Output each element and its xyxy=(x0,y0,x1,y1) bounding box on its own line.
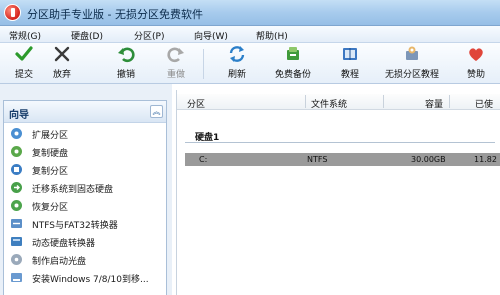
redo-label: 重做 xyxy=(166,70,185,80)
wizard-item-copy-disk[interactable]: 复制硬盘 xyxy=(10,144,164,161)
wizard-item-label: 复制硬盘 xyxy=(32,149,69,159)
lossless-tutorial-button[interactable]: 无损分区教程 xyxy=(383,45,441,83)
free-backup-label: 免费备份 xyxy=(274,70,311,80)
submit-button[interactable]: 提交 xyxy=(10,45,38,83)
lossless-tutorial-icon xyxy=(406,46,418,60)
redo-arrow-icon xyxy=(167,47,184,63)
copy-disk-icon xyxy=(11,146,22,157)
wizard-title: 向导 xyxy=(9,110,29,121)
menu-disk[interactable]: 硬盘(D) xyxy=(71,29,103,42)
double-chevron-up-icon[interactable]: ︽ xyxy=(150,105,163,118)
partition-list-panel: 分区 文件系统 容量 已使 硬盘1 C: NTFS 30.00GB 11.82 xyxy=(176,90,500,295)
boot-disc-icon xyxy=(11,254,22,265)
checkmark-icon xyxy=(15,46,33,61)
wizard-header: 向导 ︽ xyxy=(4,101,166,123)
wizard-item-ntfs-fat32[interactable]: NTFS与FAT32转换器 xyxy=(10,216,164,233)
cell-partition: C: xyxy=(199,155,208,164)
cell-capacity: 30.00GB xyxy=(411,155,446,164)
undo-button[interactable]: 撤销 xyxy=(112,45,140,83)
migrate-ssd-icon xyxy=(11,182,22,193)
backup-icon xyxy=(287,47,299,60)
wizard-item-dynamic-disk[interactable]: 动态硬盘转换器 xyxy=(10,234,164,251)
convert-icon xyxy=(11,219,22,228)
left-panel: 向导 ︽ 扩展分区 复制硬盘 复制分区 迁移系统到固态硬盘 恢复分区 NTFS与… xyxy=(0,84,172,295)
install-windows-icon xyxy=(11,273,22,282)
redo-button[interactable]: 重做 xyxy=(162,45,190,83)
wizard-item-label: NTFS与FAT32转换器 xyxy=(32,221,118,231)
dynamic-disk-icon xyxy=(11,237,22,246)
column-filesystem[interactable]: 文件系统 xyxy=(311,97,347,110)
title-bar[interactable]: 分区助手专业版 - 无损分区免费软件 xyxy=(0,0,500,26)
table-row[interactable]: C: NTFS 30.00GB 11.82 xyxy=(185,153,500,166)
window-title: 分区助手专业版 - 无损分区免费软件 xyxy=(27,8,203,21)
sponsor-label: 赞助 xyxy=(466,70,485,80)
sponsor-button[interactable]: 赞助 xyxy=(462,45,490,83)
column-header: 分区 文件系统 容量 已使 xyxy=(177,94,500,110)
wizard-item-label: 动态硬盘转换器 xyxy=(32,239,96,249)
column-partition[interactable]: 分区 xyxy=(187,97,205,110)
wizard-item-label: 扩展分区 xyxy=(32,131,69,141)
menu-help[interactable]: 帮助(H) xyxy=(256,29,288,42)
discard-button[interactable]: 放弃 xyxy=(48,45,76,83)
sponsor-heart-icon xyxy=(469,48,483,61)
wizard-item-label: 迁移系统到固态硬盘 xyxy=(32,185,114,195)
discard-x-icon xyxy=(54,46,70,62)
refresh-label: 刷新 xyxy=(227,70,246,80)
toolbar: 提交 放弃 撤销 重做 刷新 免费备份 教程 无损分区教程 赞助 xyxy=(0,43,500,84)
column-capacity[interactable]: 容量 xyxy=(425,97,443,110)
wizard-item-label: 安装Windows 7/8/10到移... xyxy=(32,275,149,285)
cell-filesystem: NTFS xyxy=(307,155,328,164)
wizard-item-copy-partition[interactable]: 复制分区 xyxy=(10,162,164,179)
column-divider[interactable] xyxy=(305,95,306,108)
submit-label: 提交 xyxy=(14,70,33,80)
free-backup-button[interactable]: 免费备份 xyxy=(272,45,314,83)
app-logo-icon xyxy=(4,4,21,21)
toolbar-separator xyxy=(203,49,204,79)
wizard-panel: 向导 ︽ 扩展分区 复制硬盘 复制分区 迁移系统到固态硬盘 恢复分区 NTFS与… xyxy=(3,100,167,295)
menu-general[interactable]: 常规(G) xyxy=(9,29,41,42)
column-used[interactable]: 已使 xyxy=(475,97,493,110)
menu-bar: 常规(G) 硬盘(D) 分区(P) 向导(W) 帮助(H) xyxy=(0,26,500,43)
wizard-item-label: 恢复分区 xyxy=(32,203,69,213)
copy-partition-icon xyxy=(11,164,22,175)
wizard-item-label: 复制分区 xyxy=(32,167,69,177)
wizard-item-extend-partition[interactable]: 扩展分区 xyxy=(10,126,164,143)
refresh-icon xyxy=(229,46,245,62)
wizard-item-migrate-ssd[interactable]: 迁移系统到固态硬盘 xyxy=(10,180,164,197)
menu-wizard[interactable]: 向导(W) xyxy=(194,29,228,42)
recover-partition-icon xyxy=(11,200,22,211)
wizard-item-boot-disc[interactable]: 制作启动光盘 xyxy=(10,252,164,269)
column-divider[interactable] xyxy=(383,95,384,108)
undo-label: 撤销 xyxy=(116,70,135,80)
wizard-item-install-windows[interactable]: 安装Windows 7/8/10到移... xyxy=(10,270,164,287)
wizard-item-label: 制作启动光盘 xyxy=(32,257,87,267)
menu-partition[interactable]: 分区(P) xyxy=(134,29,164,42)
wizard-item-recover-partition[interactable]: 恢复分区 xyxy=(10,198,164,215)
lossless-tutorial-label: 无损分区教程 xyxy=(384,70,439,80)
discard-label: 放弃 xyxy=(52,70,71,80)
column-divider[interactable] xyxy=(449,95,450,108)
tutorial-label: 教程 xyxy=(340,70,359,80)
tutorial-book-icon xyxy=(343,48,357,60)
undo-arrow-icon xyxy=(118,47,135,63)
extend-partition-icon xyxy=(11,128,22,139)
cell-used: 11.82 xyxy=(474,155,497,164)
refresh-button[interactable]: 刷新 xyxy=(223,45,251,83)
tutorial-button[interactable]: 教程 xyxy=(336,45,364,83)
disk-divider xyxy=(185,142,495,143)
